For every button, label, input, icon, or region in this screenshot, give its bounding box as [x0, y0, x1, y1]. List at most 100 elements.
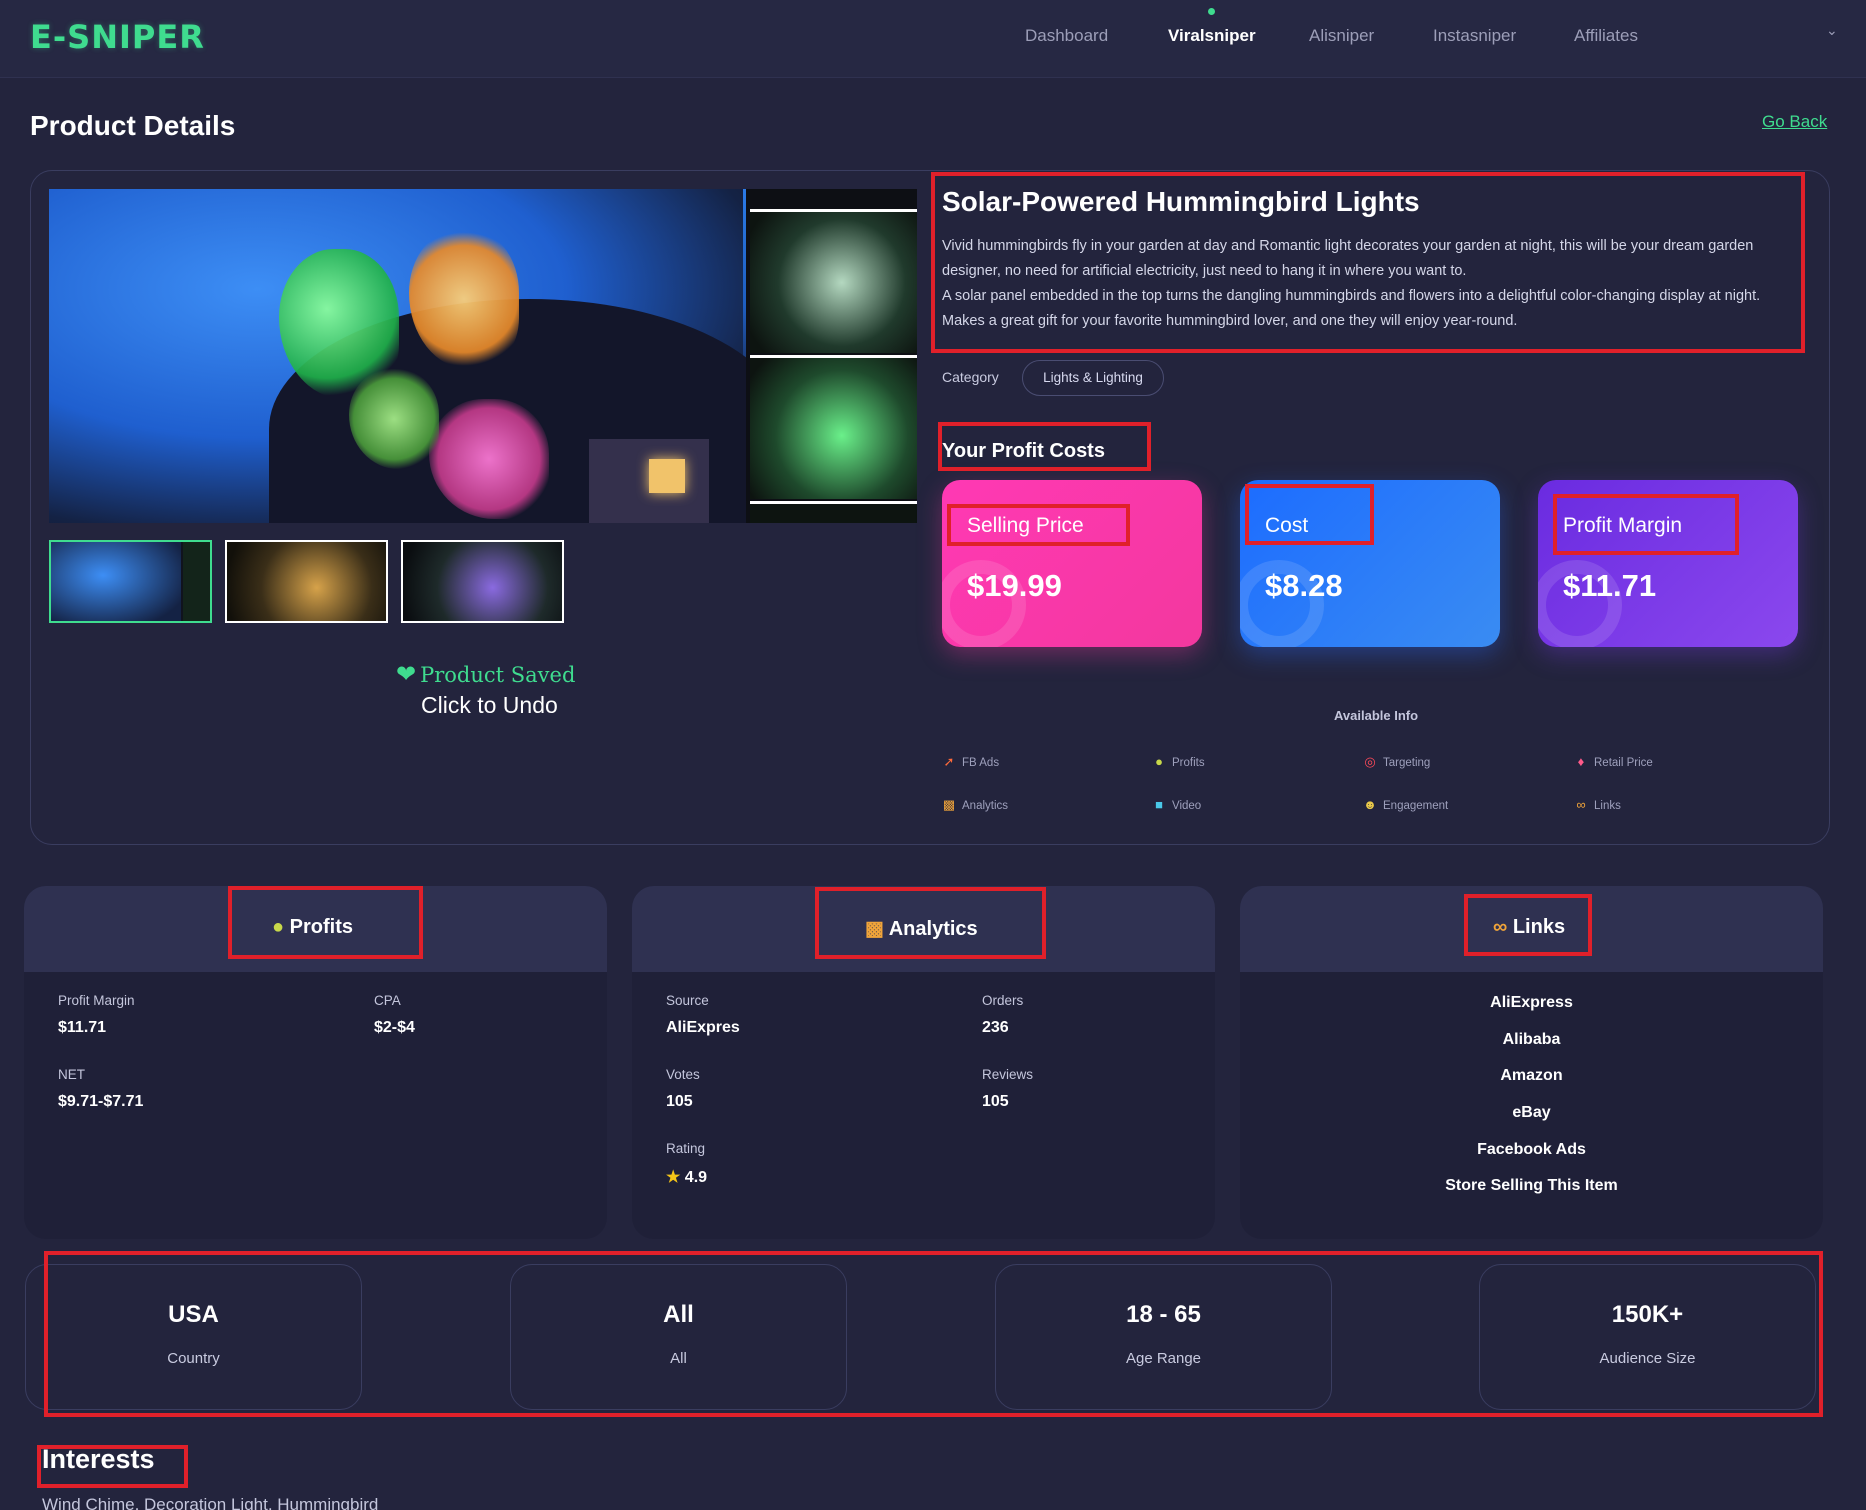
- links-section: ∞ Links AliExpress Alibaba Amazon eBay F…: [1240, 886, 1823, 1239]
- category-label: Category: [942, 369, 999, 385]
- link-facebook-ads[interactable]: Facebook Ads: [1240, 1141, 1823, 1159]
- saved-label: Product Saved: [420, 663, 576, 687]
- available-label: Analytics: [962, 800, 1009, 812]
- profit-margin-value: $11.71: [1563, 568, 1657, 603]
- available-retail-price: ♦ Retail Price: [1574, 754, 1653, 769]
- money-bag-icon: ●: [1155, 754, 1163, 769]
- selling-price-card: Selling Price $19.99: [942, 480, 1202, 647]
- stat-country: USA Country: [25, 1264, 362, 1410]
- cost-label: Cost: [1265, 514, 1309, 537]
- orders-label: Orders: [982, 993, 1024, 1008]
- page-title: Product Details: [30, 110, 236, 141]
- stat-value: 18 - 65: [1126, 1301, 1201, 1328]
- rocket-icon: ➚: [943, 754, 955, 769]
- profit-margin-card: Profit Margin $11.71: [1538, 480, 1798, 647]
- money-bag-icon: ●: [272, 916, 285, 938]
- nav-alisniper[interactable]: Alisniper: [1309, 26, 1374, 46]
- stat-label: Country: [167, 1350, 220, 1367]
- profits-title: ● Profits: [272, 916, 353, 939]
- link-icon: ∞: [1493, 916, 1508, 938]
- product-saved-status[interactable]: ❤ Product Saved: [396, 660, 575, 688]
- analytics-title-label: Analytics: [888, 918, 978, 940]
- links-header: ∞ Links: [1240, 886, 1823, 972]
- orders-value: 236: [982, 1019, 1009, 1036]
- rating-label: Rating: [666, 1141, 706, 1156]
- available-links: ∞ Links: [1574, 797, 1621, 812]
- profit-costs-heading: Your Profit Costs: [942, 440, 1105, 462]
- chevron-down-icon[interactable]: ⌄: [1826, 22, 1838, 38]
- available-label: FB Ads: [962, 757, 1000, 769]
- link-amazon[interactable]: Amazon: [1240, 1067, 1823, 1085]
- profit-margin-label: Profit Margin: [58, 993, 135, 1008]
- profits-title-label: Profits: [289, 916, 353, 938]
- go-back-link[interactable]: Go Back: [1762, 112, 1827, 132]
- cost-card: Cost $8.28: [1240, 480, 1500, 647]
- thumbnail-3[interactable]: [401, 540, 564, 623]
- available-label: Targeting: [1383, 757, 1431, 769]
- link-aliexpress[interactable]: AliExpress: [1240, 994, 1823, 1012]
- nav-affiliates[interactable]: Affiliates: [1574, 26, 1638, 46]
- available-label: Retail Price: [1594, 757, 1653, 769]
- stat-age-range: 18 - 65 Age Range: [995, 1264, 1332, 1410]
- votes-value: 105: [666, 1093, 693, 1110]
- bar-chart-icon: ▩: [942, 797, 956, 812]
- available-label: Links: [1594, 800, 1621, 812]
- description-paragraph-2: A solar panel embedded in the top turns …: [942, 288, 1761, 329]
- analytics-title: ▩ Analytics: [865, 916, 978, 941]
- available-video: ■ Video: [1152, 797, 1201, 812]
- nav-instasniper[interactable]: Instasniper: [1433, 26, 1516, 46]
- top-navigation-bar: E-SNIPER Dashboard Viralsniper Alisniper…: [0, 0, 1866, 78]
- stat-label: All: [670, 1350, 687, 1367]
- stat-value: All: [663, 1301, 694, 1328]
- thumbnail-1[interactable]: [49, 540, 212, 623]
- selling-price-label: Selling Price: [967, 514, 1084, 537]
- stat-gender: All All: [510, 1264, 847, 1410]
- undo-button[interactable]: Click to Undo: [421, 692, 558, 719]
- profits-header: ● Profits: [24, 886, 607, 972]
- logo[interactable]: E-SNIPER: [30, 18, 205, 56]
- active-nav-indicator: [1208, 8, 1215, 15]
- profits-section: ● Profits Profit Margin $11.71 CPA $2-$4…: [24, 886, 607, 1239]
- selling-price-value: $19.99: [967, 568, 1062, 603]
- people-icon: ☻: [1363, 797, 1377, 812]
- analytics-header: ▩ Analytics: [632, 886, 1215, 972]
- profit-margin-label: Profit Margin: [1563, 514, 1683, 537]
- product-main-image: [49, 189, 917, 523]
- heart-icon: ❤: [396, 660, 417, 688]
- profit-margin-value: $11.71: [58, 1019, 107, 1036]
- thumbnail-2[interactable]: [225, 540, 388, 623]
- net-label: NET: [58, 1067, 85, 1082]
- link-ebay[interactable]: eBay: [1240, 1104, 1823, 1122]
- available-targeting: ◎ Targeting: [1363, 754, 1430, 770]
- target-icon: ◎: [1364, 754, 1376, 769]
- available-profits: ● Profits: [1152, 754, 1205, 769]
- available-engagement: ☻ Engagement: [1363, 797, 1448, 812]
- stat-value: 150K+: [1611, 1301, 1684, 1328]
- link-alibaba[interactable]: Alibaba: [1240, 1031, 1823, 1049]
- available-analytics: ▩ Analytics: [942, 797, 1008, 813]
- cpa-label: CPA: [374, 993, 401, 1008]
- available-info-title: Available Info: [1334, 708, 1419, 723]
- stat-value: USA: [168, 1301, 219, 1328]
- stat-label: Age Range: [1125, 1350, 1202, 1367]
- votes-label: Votes: [666, 1067, 700, 1082]
- bar-chart-icon: ▩: [865, 918, 884, 940]
- cpa-value: $2-$4: [374, 1019, 415, 1036]
- analytics-section: ▩ Analytics Source AliExpres Orders 236 …: [632, 886, 1215, 1239]
- nav-dashboard[interactable]: Dashboard: [1025, 26, 1108, 46]
- links-title: ∞ Links: [1493, 916, 1565, 939]
- video-camera-icon: ■: [1155, 797, 1163, 812]
- source-value: AliExpres: [666, 1019, 740, 1036]
- available-label: Engagement: [1383, 800, 1449, 812]
- star-icon: ★: [666, 1169, 681, 1186]
- interests-title: Interests: [42, 1444, 155, 1474]
- nav-viralsniper[interactable]: Viralsniper: [1168, 26, 1256, 46]
- net-value: $9.71-$7.71: [58, 1093, 144, 1110]
- link-store-selling[interactable]: Store Selling This Item: [1240, 1177, 1823, 1195]
- reviews-label: Reviews: [982, 1067, 1034, 1082]
- product-title: Solar-Powered Hummingbird Lights: [942, 186, 1420, 217]
- stat-audience-size: 150K+ Audience Size: [1479, 1264, 1816, 1410]
- interests-list: Wind Chime, Decoration Light, Hummingbir…: [42, 1495, 379, 1510]
- category-chip[interactable]: Lights & Lighting: [1022, 360, 1164, 396]
- source-label: Source: [666, 993, 709, 1008]
